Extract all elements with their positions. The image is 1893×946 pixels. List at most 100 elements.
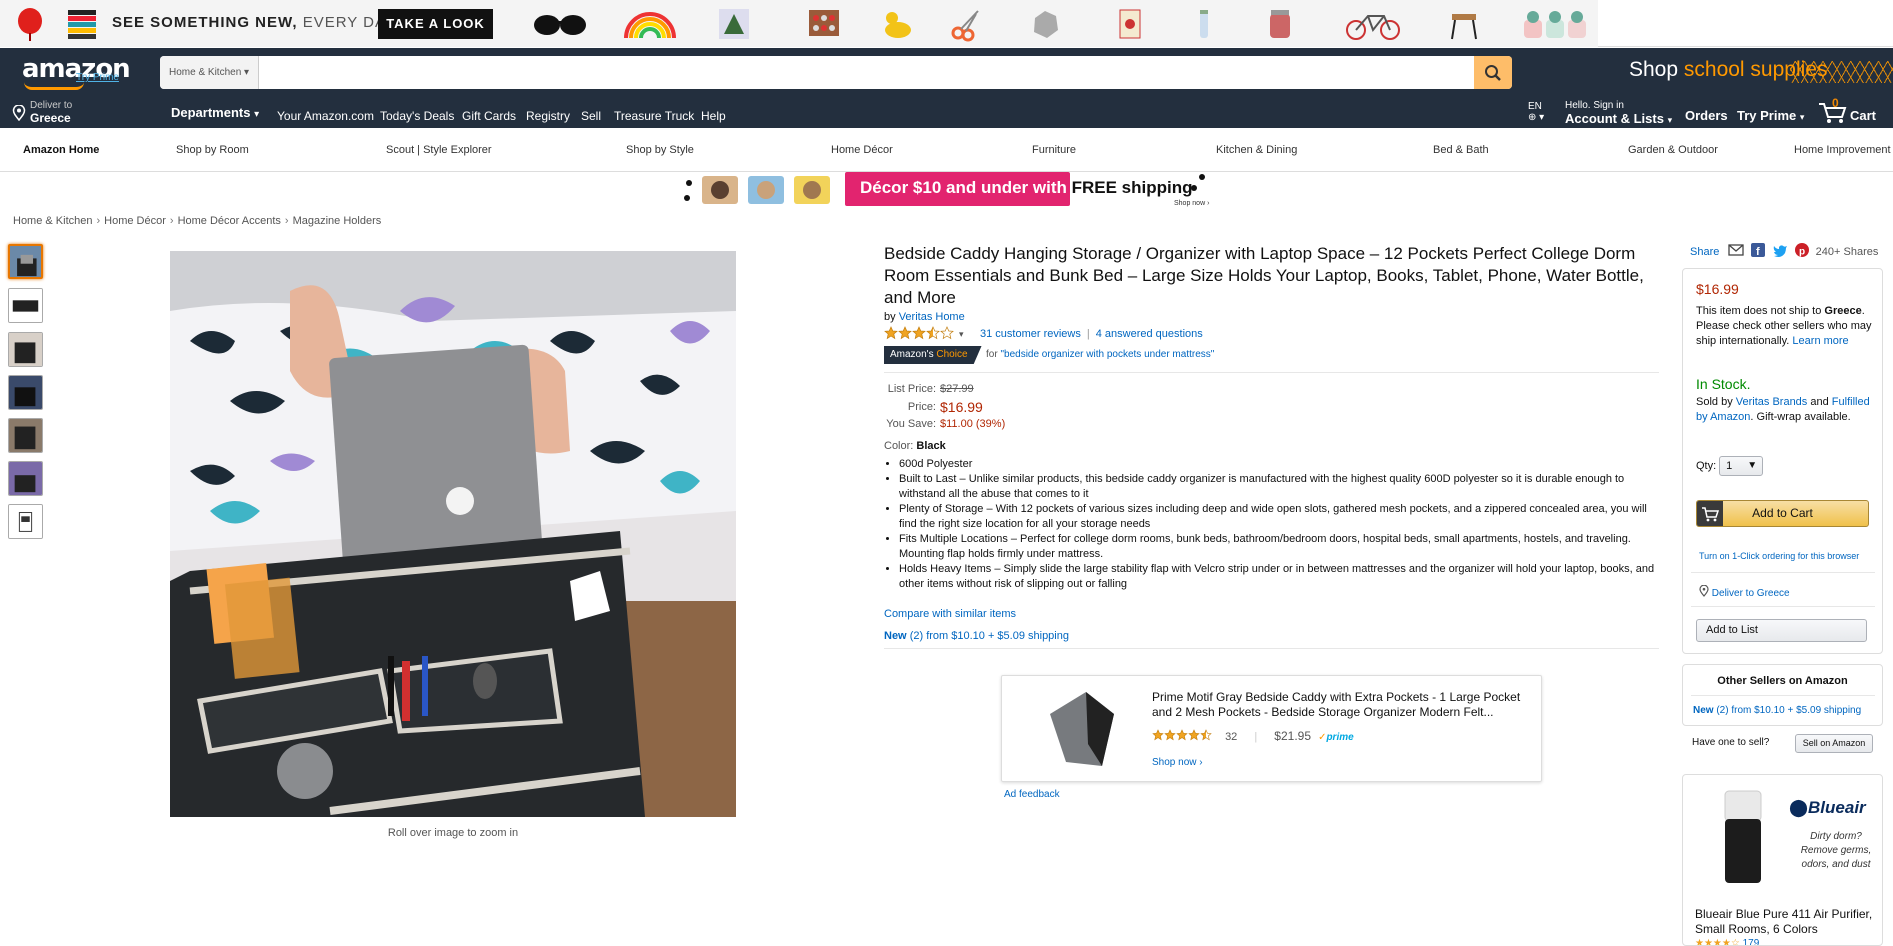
star-rating-icon: ★★★★☆ xyxy=(1695,938,1740,946)
decor-promo-banner[interactable]: Décor $10 and under with FREE shipping S… xyxy=(680,172,1220,208)
nav-gift-cards[interactable]: Gift Cards xyxy=(462,109,516,123)
ad-review-count[interactable]: 32 xyxy=(1225,731,1237,743)
nav-todays-deals[interactable]: Today's Deals xyxy=(380,109,454,123)
subnav-shop-by-style[interactable]: Shop by Style xyxy=(626,144,694,156)
search-button[interactable] xyxy=(1474,56,1512,89)
you-save: $11.00 (39%) xyxy=(940,418,1006,430)
image-thumbnail[interactable] xyxy=(8,504,43,539)
subnav-home-decor[interactable]: Home Décor xyxy=(831,144,893,156)
image-thumbnail[interactable] xyxy=(8,375,43,410)
product-main-image[interactable] xyxy=(170,251,736,817)
image-thumbnail[interactable] xyxy=(8,244,43,279)
star-rating-icon[interactable]: ▾ xyxy=(884,326,974,340)
caret-down-icon: ▾ xyxy=(244,67,250,78)
promo-strip-inner: SEE SOMETHING NEW, EVERY DAY. TAKE A LOO… xyxy=(0,0,1598,47)
email-icon[interactable] xyxy=(1728,244,1745,256)
one-click-link[interactable]: Turn on 1-Click ordering for this browse… xyxy=(1699,551,1859,561)
facebook-icon[interactable]: f xyxy=(1751,243,1766,258)
subnav-kitchen-dining[interactable]: Kitchen & Dining xyxy=(1216,144,1297,156)
color-row: Color: Black xyxy=(884,440,946,452)
ad-meta: 32 | $21.95 ✓prime xyxy=(1152,729,1354,743)
banner-shop-now[interactable]: Shop now › xyxy=(1174,200,1209,207)
subnav-furniture[interactable]: Furniture xyxy=(1032,144,1076,156)
share-link[interactable]: Share xyxy=(1690,246,1719,258)
customer-reviews-link[interactable]: 31 customer reviews xyxy=(980,328,1081,340)
subnav-scout-style-explorer[interactable]: Scout | Style Explorer xyxy=(386,144,492,156)
blueair-logo[interactable]: ⬤Blueair xyxy=(1789,798,1866,818)
nav-sell[interactable]: Sell xyxy=(581,109,601,123)
nav-help[interactable]: Help xyxy=(701,109,726,123)
price-label: Price: xyxy=(907,400,936,413)
subnav-bed-bath[interactable]: Bed & Bath xyxy=(1433,144,1489,156)
subnav-home-improvement[interactable]: Home Improvement xyxy=(1794,144,1891,156)
pinterest-icon[interactable]: p xyxy=(1794,243,1809,258)
location-pin-icon xyxy=(1699,584,1709,597)
ad-shop-now-link[interactable]: Shop now › xyxy=(1152,757,1203,768)
ad-product-image[interactable] xyxy=(1036,684,1124,774)
sponsored-product-ad[interactable]: Prime Motif Gray Bedside Caddy with Extr… xyxy=(1001,675,1542,782)
new-offers-row: New (2) from $10.10 + $5.09 shipping xyxy=(884,630,1659,642)
deliver-to-link[interactable]: Deliver to Greece xyxy=(1712,588,1790,599)
amazons-choice-row: Amazon's Choice for "bedside organizer w… xyxy=(884,346,1659,366)
other-sellers-offer-link[interactable]: New (2) from $10.10 + $5.09 shipping xyxy=(1693,705,1861,716)
site-header: amazon Try Prime Home & Kitchen ▾ Shop s… xyxy=(0,48,1893,128)
departments-menu[interactable]: Departments ▾ xyxy=(171,105,259,120)
nav-registry[interactable]: Registry xyxy=(526,109,570,123)
learn-more-link[interactable]: Learn more xyxy=(1792,335,1848,347)
deliver-to-row[interactable]: Deliver to Greece xyxy=(1699,584,1790,599)
divider xyxy=(1691,695,1875,696)
nav-treasure-truck[interactable]: Treasure Truck xyxy=(614,109,694,123)
amazons-choice-badge[interactable]: Amazon's Choice xyxy=(884,346,982,364)
image-thumbnail[interactable] xyxy=(8,288,43,323)
compare-similar-link[interactable]: Compare with similar items xyxy=(884,608,1016,620)
rating-row: ▾ 31 customer reviews | 4 answered questio… xyxy=(884,325,1659,343)
product-details: Bedside Caddy Hanging Storage / Organize… xyxy=(884,243,1659,655)
search-input[interactable] xyxy=(260,56,1466,89)
image-thumbnail[interactable] xyxy=(8,332,43,367)
choice-query-link[interactable]: "bedside organizer with pockets under ma… xyxy=(1000,349,1214,360)
try-prime-link[interactable]: Try Prime xyxy=(76,72,119,83)
ad-feedback-link[interactable]: Ad feedback xyxy=(1004,789,1060,800)
divider xyxy=(1691,606,1875,607)
stool-icon xyxy=(1451,14,1477,40)
ad-title[interactable]: Prime Motif Gray Bedside Caddy with Extr… xyxy=(1152,690,1527,720)
try-prime-menu[interactable]: Try Prime ▾ xyxy=(1737,108,1804,123)
subnav-garden-outdoor[interactable]: Garden & Outdoor xyxy=(1628,144,1718,156)
breadcrumb-separator: › xyxy=(169,215,174,227)
image-thumbnail[interactable] xyxy=(8,418,43,453)
language-selector[interactable]: EN ⊕ ▾ xyxy=(1528,101,1544,123)
compare-row: Compare with similar items xyxy=(884,608,1659,620)
cart-link[interactable]: 0 Cart xyxy=(1818,96,1893,128)
breadcrumb-decor-accents[interactable]: Home Décor Accents xyxy=(178,215,281,227)
nav-your-amazon[interactable]: Your Amazon.com xyxy=(277,109,374,123)
location-pin-icon xyxy=(12,105,26,121)
twitter-icon[interactable] xyxy=(1773,244,1788,257)
breadcrumb-home-decor[interactable]: Home Décor xyxy=(104,215,166,227)
breadcrumb-home-kitchen[interactable]: Home & Kitchen xyxy=(13,215,92,227)
brand-link[interactable]: Veritas Home xyxy=(899,311,965,323)
subnav-shop-by-room[interactable]: Shop by Room xyxy=(176,144,249,156)
seller-link[interactable]: Veritas Brands xyxy=(1736,396,1808,408)
book-stack-icon xyxy=(68,10,96,39)
search-department-select[interactable]: Home & Kitchen ▾ xyxy=(160,56,259,89)
rating-links: 31 customer reviews | 4 answered questions xyxy=(980,328,1203,340)
sold-by: Sold by Veritas Brands and Fulfilled by … xyxy=(1696,396,1870,423)
answered-questions-link[interactable]: 4 answered questions xyxy=(1096,328,1203,340)
subnav-amazon-home[interactable]: Amazon Home xyxy=(23,144,99,156)
take-a-look-button[interactable]: TAKE A LOOK xyxy=(378,9,493,39)
quantity-select[interactable]: 1 ▼ xyxy=(1719,456,1764,476)
sponsor-product-title[interactable]: Blueair Blue Pure 411 Air Purifier, Smal… xyxy=(1695,907,1881,937)
sponsored-brand-ad[interactable]: ⬤Blueair Dirty dorm? Remove germs, odors… xyxy=(1682,774,1883,946)
breadcrumb-magazine-holders[interactable]: Magazine Holders xyxy=(293,215,382,227)
cart-icon xyxy=(1697,501,1723,526)
you-save-label: You Save: xyxy=(886,418,936,430)
hello-sign-in[interactable]: Hello. Sign in xyxy=(1565,100,1624,111)
account-lists-menu[interactable]: Account & Lists ▾ xyxy=(1565,111,1672,126)
add-to-cart-button[interactable]: Add to Cart xyxy=(1696,500,1869,527)
image-thumbnail[interactable] xyxy=(8,461,43,496)
new-offers-link[interactable]: New (2) from $10.10 + $5.09 shipping xyxy=(884,630,1069,642)
air-purifier-image[interactable] xyxy=(1723,789,1763,885)
sell-on-amazon-button[interactable]: Sell on Amazon xyxy=(1795,734,1873,753)
add-to-list-button[interactable]: Add to List xyxy=(1696,619,1867,642)
orders-link[interactable]: Orders xyxy=(1685,108,1728,123)
